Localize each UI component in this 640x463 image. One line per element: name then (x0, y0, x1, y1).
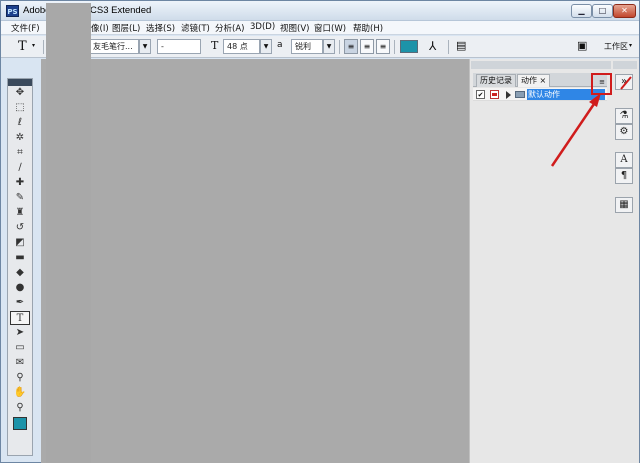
hand-icon[interactable]: ✋ (10, 386, 30, 400)
tab-actions[interactable]: 动作 × (517, 74, 551, 87)
maximize-icon: □ (598, 6, 607, 15)
menu-layer[interactable]: 图层(L) (112, 22, 140, 34)
anti-alias-icon: a (277, 40, 283, 50)
stamp-icon[interactable]: ♜ (10, 206, 30, 220)
font-size-icon: T (211, 39, 219, 52)
folder-icon (515, 91, 525, 98)
tab-history[interactable]: 历史记录 (476, 74, 516, 87)
workspace-arrow-icon[interactable]: ▾ (629, 42, 632, 49)
tool-preset-arrow-icon[interactable]: ▾ (32, 42, 35, 49)
menu-select[interactable]: 选择(S) (146, 22, 175, 34)
info-panel-icon[interactable]: ⚙ (615, 124, 633, 140)
separator (448, 40, 449, 54)
document-canvas[interactable] (41, 59, 469, 463)
font-size-dropdown-icon[interactable]: ▼ (260, 39, 272, 54)
options-bar: T ▾ 友毛笔行... ▼ - T 48 点 ▼ a 锐利 ▼ ≡ ≡ ≡ ⅄ … (1, 36, 639, 58)
navigator-panel-icon[interactable]: ⚗ (615, 108, 633, 124)
eraser-icon[interactable]: ◩ (10, 236, 30, 250)
menu-help[interactable]: 帮助(H) (353, 22, 383, 34)
expand-triangle-icon[interactable] (506, 91, 511, 99)
pen-icon[interactable]: ✒ (10, 296, 30, 310)
menu-analysis[interactable]: 分析(A) (215, 22, 244, 34)
photoshop-app-icon: PS (6, 5, 19, 17)
photoshop-window: PS Adobe CS3 Extended ▁ □ ✕ 文件(F) 像(I) 图… (0, 0, 640, 463)
panel-dock-grip[interactable] (471, 61, 611, 69)
align-right-button[interactable]: ≡ (376, 39, 390, 54)
marquee-icon[interactable]: ⬚ (10, 101, 30, 115)
path-select-icon[interactable]: ➤ (10, 326, 30, 340)
move-icon[interactable]: ✥ (10, 86, 30, 100)
maximize-button[interactable]: □ (592, 4, 613, 18)
actions-panel-tabs: 历史记录 动作 × (473, 73, 607, 87)
separator (43, 40, 44, 54)
notes-icon[interactable]: ✉ (10, 356, 30, 370)
close-button[interactable]: ✕ (613, 4, 636, 18)
menu-bar: 文件(F) 像(I) 图层(L) 选择(S) 滤镜(T) 分析(A) 3D(D)… (1, 21, 639, 35)
dialog-toggle-icon[interactable] (490, 90, 499, 99)
tab-actions-label: 动作 (521, 76, 537, 85)
minimize-button[interactable]: ▁ (571, 4, 592, 18)
warp-text-icon[interactable]: ⅄ (429, 39, 436, 53)
font-family-field[interactable]: 友毛笔行... (89, 39, 139, 54)
font-family-dropdown-icon[interactable]: ▼ (139, 39, 151, 54)
menu-filter[interactable]: 滤镜(T) (181, 22, 210, 34)
icon-dock-grip[interactable] (613, 61, 637, 69)
font-style-field[interactable]: - (157, 39, 201, 54)
character-panel-icon[interactable]: A (615, 152, 633, 168)
tab-close-icon[interactable]: × (540, 76, 547, 85)
history-brush-icon[interactable]: ↺ (10, 221, 30, 235)
eyedropper-icon[interactable]: ⚲ (10, 371, 30, 385)
zoom-icon[interactable]: ⚲ (10, 401, 30, 415)
text-color-swatch[interactable] (400, 40, 418, 53)
shape-icon[interactable]: ▭ (10, 341, 30, 355)
layer-comps-panel-icon[interactable]: ▦ (615, 197, 633, 213)
collapsed-panel-dock: » ⚗ ⚙ A ¶ ▦ (613, 71, 637, 221)
menu-window[interactable]: 窗口(W) (314, 22, 346, 34)
palettes-icon[interactable]: ▤ (456, 39, 466, 52)
menu-view[interactable]: 视图(V) (280, 22, 309, 34)
brush-icon[interactable]: ✎ (10, 191, 30, 205)
menu-file[interactable]: 文件(F) (11, 22, 40, 34)
align-center-button[interactable]: ≡ (360, 39, 374, 54)
gradient-icon[interactable]: ▬ (10, 251, 30, 265)
healing-icon[interactable]: ✚ (10, 176, 30, 190)
lasso-icon[interactable]: ℓ (10, 116, 30, 130)
title-bar[interactable]: PS Adobe CS3 Extended ▁ □ ✕ (1, 1, 639, 21)
toggle-item-checkbox[interactable]: ✔ (476, 90, 485, 99)
menu-image[interactable]: 像(I) (91, 22, 109, 34)
close-icon: ✕ (621, 6, 628, 15)
workspace-label[interactable]: 工作区 (604, 41, 628, 52)
bridge-icon[interactable]: ▣ (577, 39, 587, 52)
minimize-icon: ▁ (578, 6, 585, 15)
foreground-color-swatch[interactable] (13, 417, 27, 430)
window-title-right: CS3 Extended (90, 5, 152, 16)
expand-dock-icon[interactable]: » (615, 74, 633, 90)
anti-alias-dropdown-icon[interactable]: ▼ (323, 39, 335, 54)
separator (339, 40, 340, 54)
tools-panel-header[interactable] (8, 79, 32, 86)
type-tool-preset[interactable]: T (18, 39, 27, 54)
crop-icon[interactable]: ⌗ (10, 146, 30, 160)
slice-icon[interactable]: ∕ (10, 161, 30, 175)
annotation-highlight-box (591, 73, 612, 95)
anti-alias-field[interactable]: 锐利 (291, 39, 323, 54)
dodge-icon[interactable]: ● (10, 281, 30, 295)
paragraph-panel-icon[interactable]: ¶ (615, 168, 633, 184)
separator (394, 40, 395, 54)
align-left-button[interactable]: ≡ (344, 39, 358, 54)
magic-wand-icon[interactable]: ✲ (10, 131, 30, 145)
menu-3d[interactable]: 3D(D) (250, 22, 275, 32)
tools-panel: ✥ ⬚ ℓ ✲ ⌗ ∕ ✚ ✎ ♜ ↺ ◩ ▬ ◆ ● ✒ T ➤ ▭ ✉ ⚲ … (7, 78, 33, 456)
blank-region (46, 3, 91, 463)
blur-icon[interactable]: ◆ (10, 266, 30, 280)
type-icon[interactable]: T (10, 311, 30, 325)
font-size-field[interactable]: 48 点 (223, 39, 260, 54)
